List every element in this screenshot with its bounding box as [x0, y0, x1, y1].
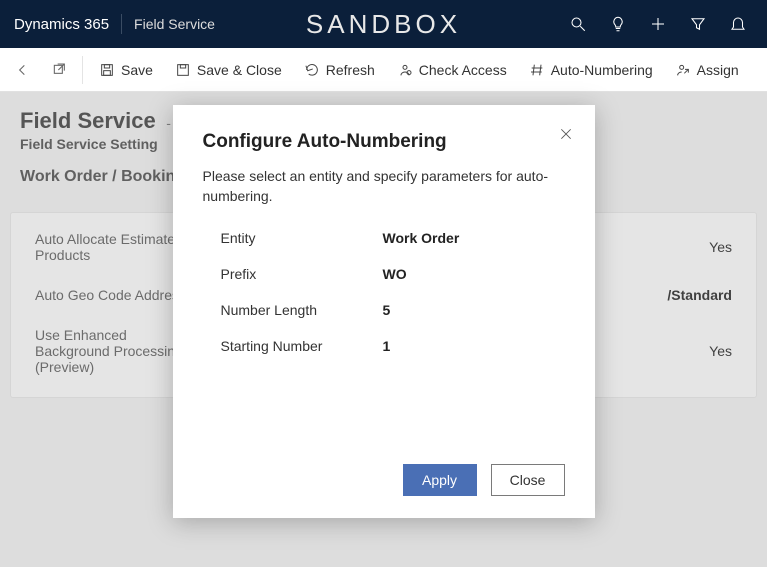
field-label: Entity — [203, 230, 383, 246]
search-icon[interactable] — [569, 15, 587, 33]
field-label: Prefix — [203, 266, 383, 282]
field-label: Starting Number — [203, 338, 383, 354]
save-button[interactable]: Save — [89, 56, 163, 84]
command-bar: Save Save & Close Refresh Check Access A… — [0, 48, 767, 92]
filter-icon[interactable] — [689, 15, 707, 33]
lightbulb-icon[interactable] — [609, 15, 627, 33]
back-button[interactable] — [6, 53, 40, 87]
assign-button[interactable]: Assign — [665, 56, 749, 84]
notifications-icon[interactable] — [729, 15, 747, 33]
topbar-divider — [121, 14, 122, 34]
dialog-button-row: Apply Close — [203, 464, 565, 496]
dialog-instruction: Please select an entity and specify para… — [203, 167, 565, 206]
save-close-label: Save & Close — [197, 62, 282, 78]
auto-numbering-button[interactable]: Auto-Numbering — [519, 56, 663, 84]
auto-numbering-label: Auto-Numbering — [551, 62, 653, 78]
topbar-icon-group — [569, 15, 757, 33]
dialog-title: Configure Auto-Numbering — [203, 131, 565, 153]
field-label: Number Length — [203, 302, 383, 318]
save-close-button[interactable]: Save & Close — [165, 56, 292, 84]
dialog-row-length: Number Length 5 — [203, 302, 565, 318]
close-button[interactable]: Close — [491, 464, 565, 496]
environment-badge: SANDBOX — [306, 9, 461, 40]
start-value[interactable]: 1 — [383, 338, 391, 354]
open-new-window-button[interactable] — [42, 53, 76, 87]
assign-label: Assign — [697, 62, 739, 78]
refresh-label: Refresh — [326, 62, 375, 78]
dialog-row-entity: Entity Work Order — [203, 230, 565, 246]
close-icon[interactable] — [559, 127, 573, 146]
save-label: Save — [121, 62, 153, 78]
dialog-row-start: Starting Number 1 — [203, 338, 565, 354]
command-separator — [82, 56, 83, 84]
add-icon[interactable] — [649, 15, 667, 33]
prefix-value[interactable]: WO — [383, 266, 407, 282]
brand-label: Dynamics 365 — [14, 16, 109, 33]
entity-value[interactable]: Work Order — [383, 230, 460, 246]
length-value[interactable]: 5 — [383, 302, 391, 318]
module-label: Field Service — [134, 16, 215, 32]
dialog-row-prefix: Prefix WO — [203, 266, 565, 282]
refresh-button[interactable]: Refresh — [294, 56, 385, 84]
apply-button[interactable]: Apply — [403, 464, 477, 496]
global-topbar: Dynamics 365 Field Service SANDBOX — [0, 0, 767, 48]
check-access-button[interactable]: Check Access — [387, 56, 517, 84]
check-access-label: Check Access — [419, 62, 507, 78]
auto-numbering-dialog: Configure Auto-Numbering Please select a… — [173, 105, 595, 518]
